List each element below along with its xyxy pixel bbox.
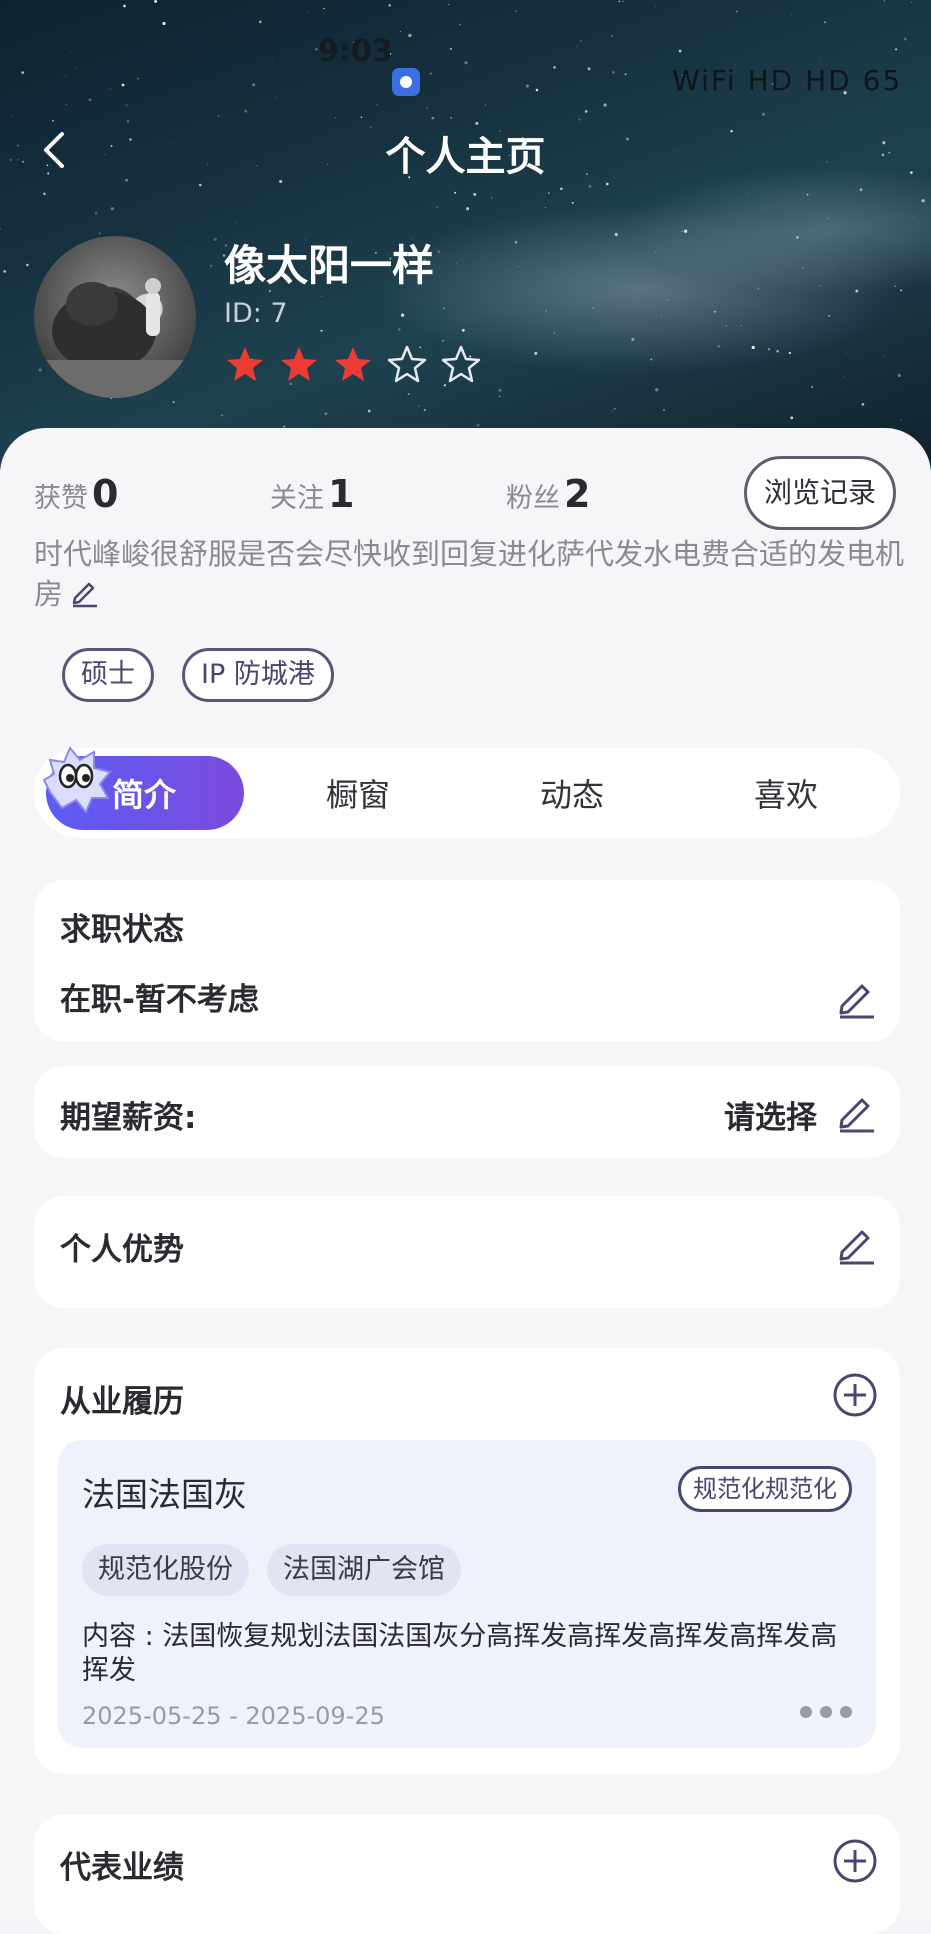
- personal-advantage-section: 个人优势: [34, 1196, 900, 1308]
- stat-label: 关注: [270, 483, 324, 514]
- tab-showcase[interactable]: 橱窗: [326, 770, 390, 816]
- experience-position-badge: 规范化规范化: [678, 1466, 852, 1512]
- tag-list: 硕士 IP 防城港: [62, 648, 334, 702]
- avatar[interactable]: [34, 236, 196, 398]
- status-bar: 9:03 WiFi HD HD 65: [0, 28, 931, 97]
- bio-content: 时代峰峻很舒服是否会尽快收到回复进化萨代发水电费合适的发电机房: [34, 537, 905, 611]
- nav-bar: 个人主页: [0, 110, 931, 190]
- star-filled-icon: [227, 347, 263, 381]
- mascot-sticker-icon: [42, 746, 112, 814]
- stat-value: 0: [92, 472, 119, 516]
- job-status-title: 求职状态: [60, 912, 184, 948]
- work-experience-title: 从业履历: [60, 1384, 184, 1420]
- expected-salary-section[interactable]: 期望薪资: 请选择: [34, 1066, 900, 1158]
- star-rating: [224, 344, 482, 386]
- tab-likes[interactable]: 喜欢: [754, 770, 818, 816]
- stat-followers[interactable]: 粉丝 2: [506, 472, 590, 516]
- app-notification-icon: [392, 68, 420, 96]
- edit-advantage-icon[interactable]: [834, 1220, 880, 1266]
- stat-following[interactable]: 关注 1: [270, 472, 354, 516]
- tag-ip-location: IP 防城港: [182, 648, 334, 702]
- tab-bar: 简介 橱窗 动态 喜欢: [34, 748, 900, 838]
- user-name: 像太阳一样: [224, 241, 435, 290]
- job-status-value: 在职-暂不考虑: [60, 982, 259, 1018]
- user-id: ID: 7: [224, 298, 288, 329]
- experience-company: 法国法国灰: [82, 1475, 247, 1514]
- personal-advantage-title: 个人优势: [60, 1232, 184, 1268]
- star-filled-icon: [281, 347, 317, 381]
- stat-value: 1: [328, 472, 355, 516]
- add-achievement-icon[interactable]: [832, 1838, 878, 1884]
- stat-label: 粉丝: [506, 483, 560, 514]
- job-status-section: 求职状态 在职-暂不考虑: [34, 880, 900, 1042]
- experience-content: 内容 : 法国恢复规划法国法国灰分高挥发高挥发高挥发高挥发高挥发: [82, 1621, 838, 1686]
- tag-degree: 硕士: [62, 648, 154, 702]
- browse-history-button[interactable]: 浏览记录: [744, 456, 896, 530]
- add-experience-icon[interactable]: [832, 1372, 878, 1418]
- star-empty-icon: [387, 345, 427, 383]
- bio-text: 时代峰峻很舒服是否会尽快收到回复进化萨代发水电费合适的发电机房: [34, 534, 904, 614]
- page-title: 个人主页: [385, 134, 546, 180]
- stat-likes[interactable]: 获赞 0: [34, 472, 118, 516]
- experience-item-card[interactable]: 法国法国灰 规范化规范化 规范化股份 法国湖广会馆 内容 : 法国恢复规划法国法…: [58, 1440, 876, 1748]
- expected-salary-title: 期望薪资:: [60, 1100, 197, 1136]
- edit-job-status-icon[interactable]: [834, 974, 880, 1020]
- tab-posts[interactable]: 动态: [540, 770, 604, 816]
- experience-chips: 规范化股份 法国湖广会馆: [82, 1544, 461, 1596]
- achievements-section: 代表业绩: [34, 1814, 900, 1934]
- star-empty-icon: [441, 345, 481, 383]
- star-filled-icon: [335, 347, 371, 381]
- stat-value: 2: [564, 472, 591, 516]
- experience-chip: 法国湖广会馆: [267, 1544, 461, 1596]
- work-experience-section: 从业履历 法国法国灰 规范化规范化 规范化股份 法国湖广会馆 内容 : 法国恢复…: [34, 1348, 900, 1774]
- edit-bio-icon[interactable]: [69, 576, 101, 608]
- system-indicators: WiFi HD HD 65: [672, 64, 903, 97]
- tab-intro[interactable]: 简介: [112, 770, 176, 816]
- more-options-icon[interactable]: [800, 1706, 852, 1718]
- status-time: 9:03: [318, 34, 393, 69]
- experience-chip: 规范化股份: [82, 1544, 249, 1596]
- avatar-image: [34, 278, 196, 398]
- achievements-title: 代表业绩: [60, 1850, 184, 1886]
- stat-label: 获赞: [34, 483, 88, 514]
- edit-salary-icon[interactable]: [834, 1088, 880, 1134]
- salary-select-placeholder[interactable]: 请选择: [724, 1092, 817, 1137]
- experience-date-range: 2025-05-25 - 2025-09-25: [82, 1702, 385, 1730]
